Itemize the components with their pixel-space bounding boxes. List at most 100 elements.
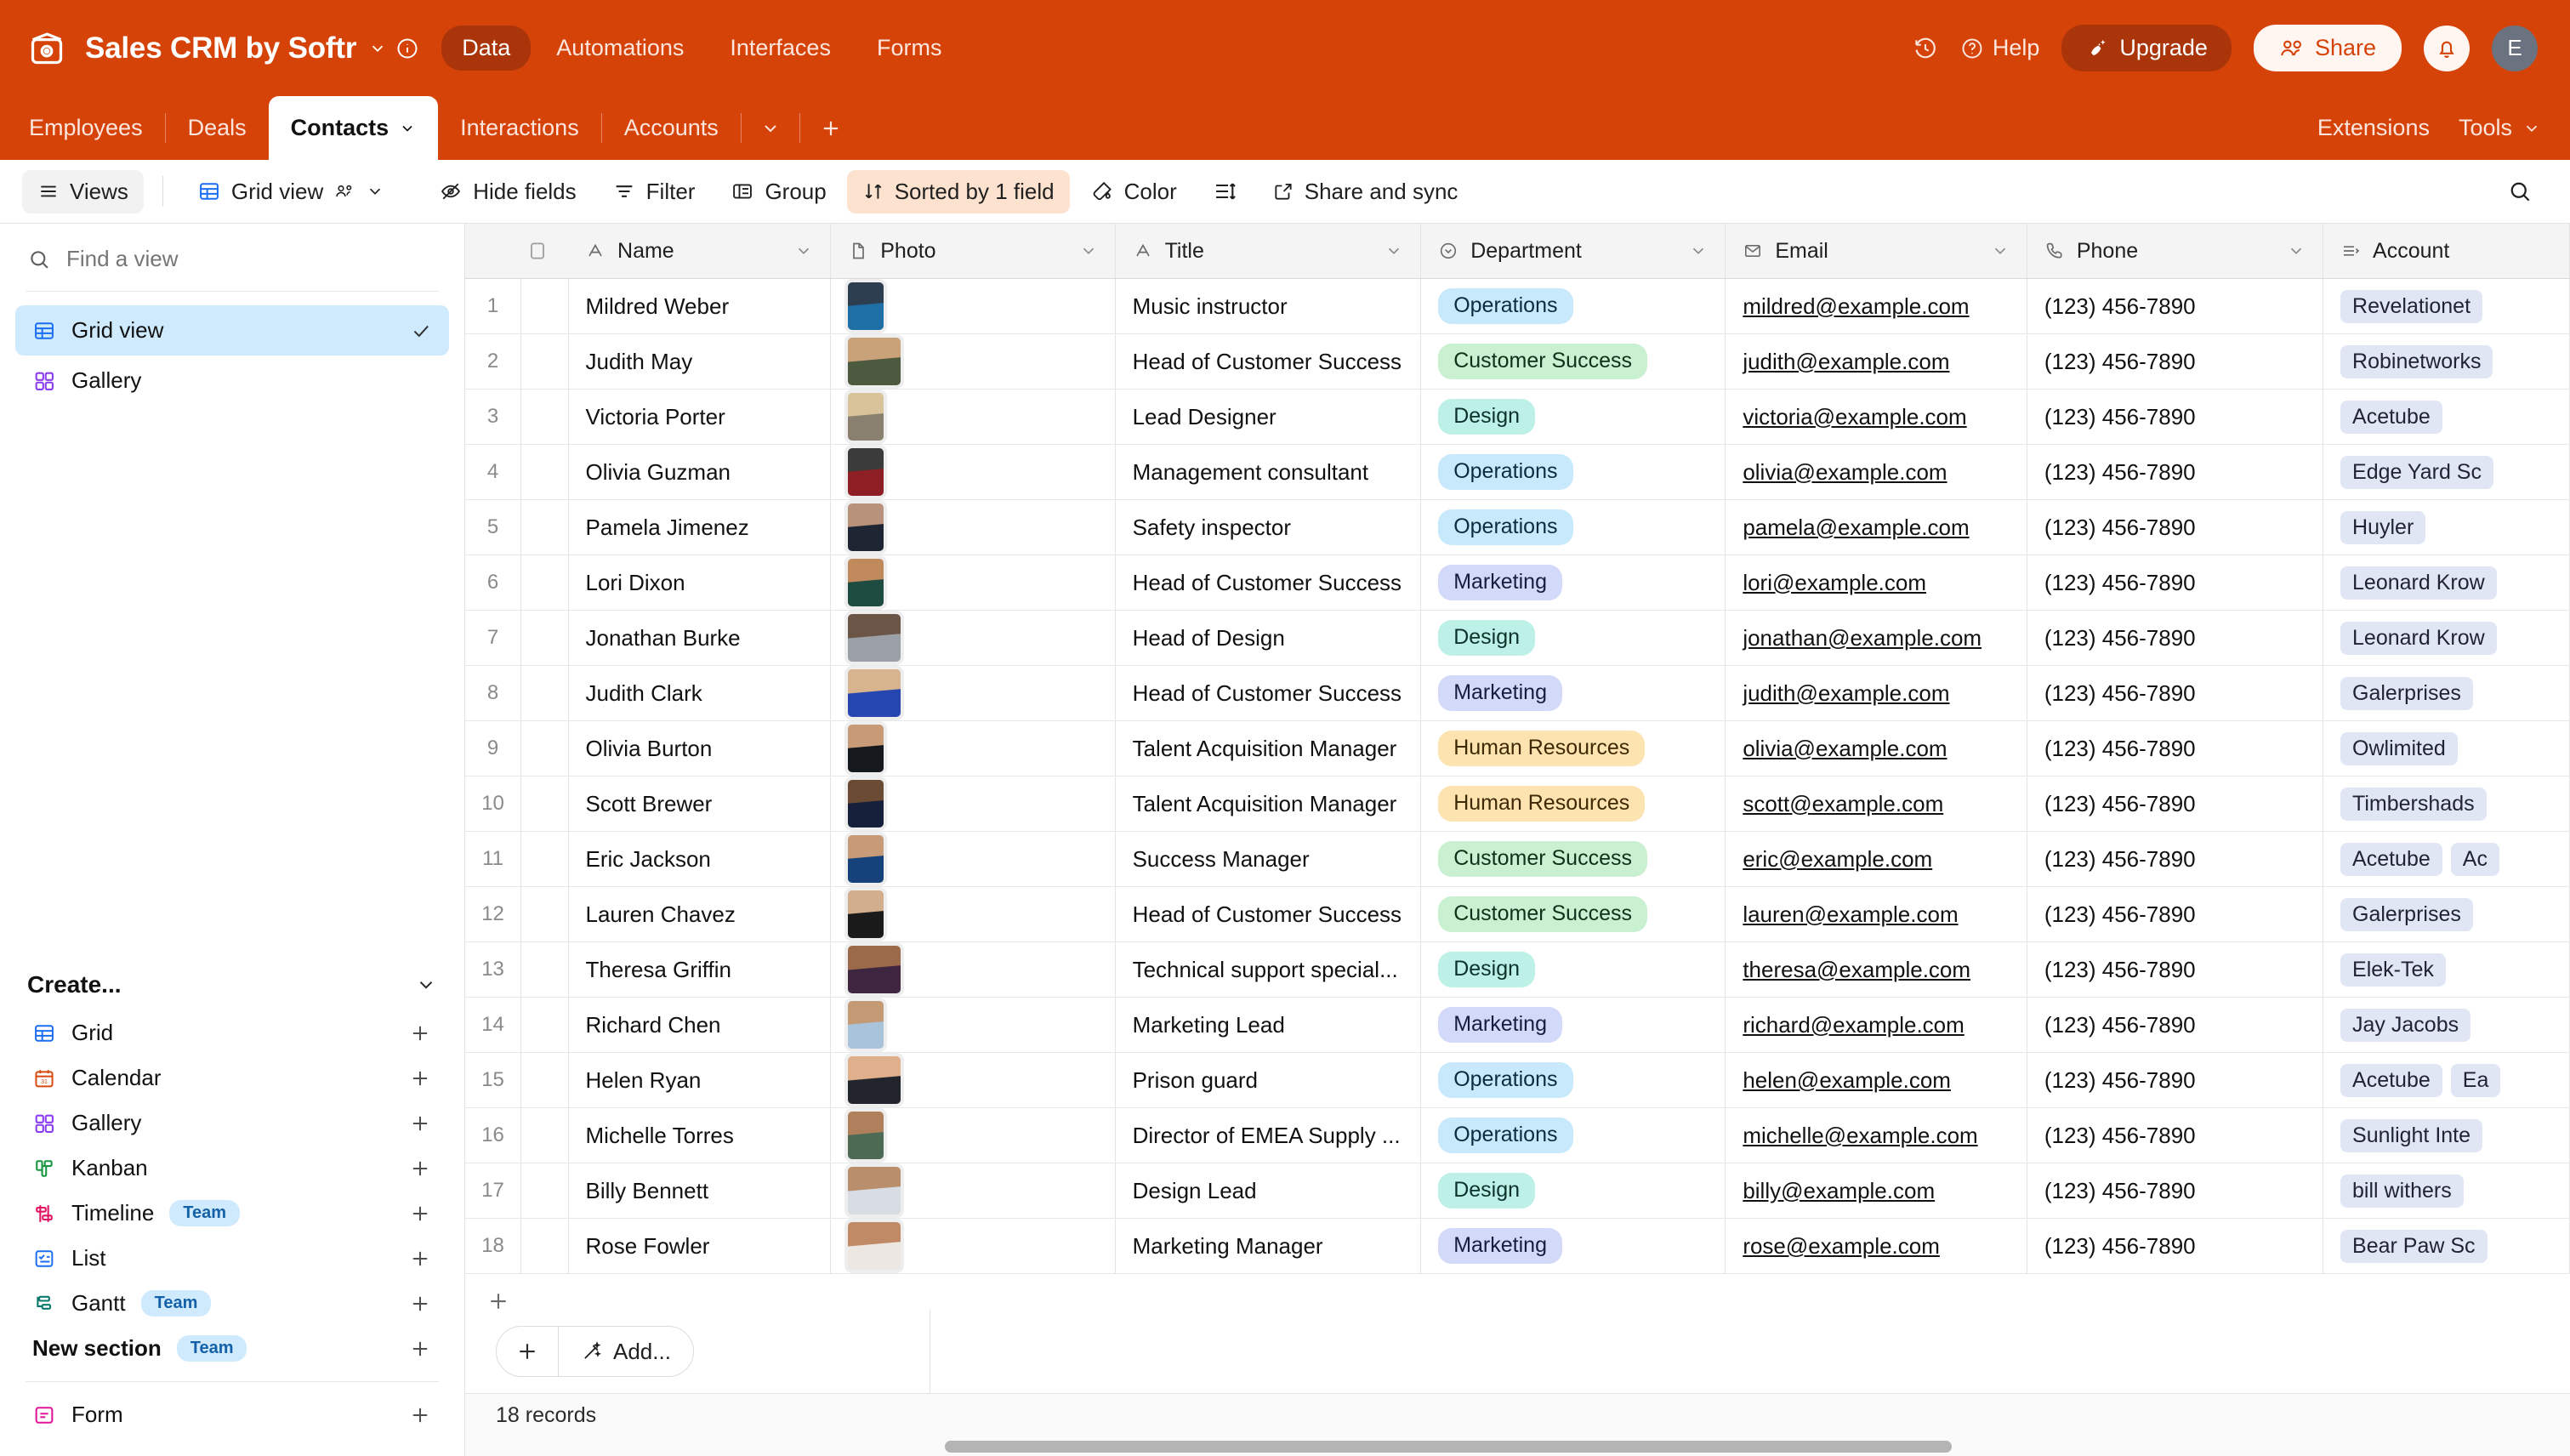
cell-email[interactable]: eric@example.com xyxy=(1726,832,2027,887)
grid-scroll-area[interactable]: Name Photo xyxy=(465,224,2570,1310)
plus-icon[interactable] xyxy=(408,1066,432,1090)
cell-department[interactable]: Marketing xyxy=(1421,666,1726,721)
chevron-down-icon[interactable] xyxy=(399,120,416,137)
sidebar-view-gallery[interactable]: Gallery xyxy=(15,355,449,406)
cell-email[interactable]: lauren@example.com xyxy=(1726,887,2027,942)
row-checkbox-cell[interactable] xyxy=(521,776,568,832)
email-link[interactable]: mildred@example.com xyxy=(1743,293,1969,320)
chevron-down-icon[interactable] xyxy=(366,182,384,201)
account-link-pill[interactable]: Acetube xyxy=(2340,1064,2442,1097)
cell-name[interactable]: Jonathan Burke xyxy=(568,611,831,666)
cell-account[interactable]: Galerprises xyxy=(2323,666,2570,721)
email-link[interactable]: helen@example.com xyxy=(1743,1067,1951,1094)
cell-phone[interactable]: (123) 456-7890 xyxy=(2027,1163,2323,1219)
cell-department[interactable]: Marketing xyxy=(1421,555,1726,611)
group-button[interactable]: Group xyxy=(715,170,841,213)
cell-email[interactable]: lori@example.com xyxy=(1726,555,2027,611)
plus-icon[interactable] xyxy=(408,1337,432,1361)
cell-title[interactable]: Head of Customer Success xyxy=(1115,666,1421,721)
table-row[interactable]: 1Mildred WeberMusic instructorOperations… xyxy=(465,279,2570,334)
cell-name[interactable]: Michelle Torres xyxy=(568,1108,831,1163)
add-new-row[interactable] xyxy=(465,1274,2570,1310)
cell-account[interactable]: Acetube xyxy=(2323,390,2570,445)
notifications-button[interactable] xyxy=(2424,26,2470,71)
cell-account[interactable]: Revelationet xyxy=(2323,279,2570,334)
account-link-pill[interactable]: Jay Jacobs xyxy=(2340,1009,2470,1042)
cell-title[interactable]: Success Manager xyxy=(1115,832,1421,887)
table-row[interactable]: 6Lori DixonHead of Customer SuccessMarke… xyxy=(465,555,2570,611)
email-link[interactable]: eric@example.com xyxy=(1743,846,1932,873)
cell-name[interactable]: Lori Dixon xyxy=(568,555,831,611)
cell-department[interactable]: Design xyxy=(1421,1163,1726,1219)
plus-icon[interactable] xyxy=(408,1112,432,1135)
hide-fields-button[interactable]: Hide fields xyxy=(424,170,591,213)
cell-name[interactable]: Helen Ryan xyxy=(568,1053,831,1108)
cell-department[interactable]: Human Resources xyxy=(1421,776,1726,832)
cell-account[interactable]: Huyler xyxy=(2323,500,2570,555)
cell-name[interactable]: Billy Bennett xyxy=(568,1163,831,1219)
row-checkbox-cell[interactable] xyxy=(521,832,568,887)
chevron-down-icon[interactable] xyxy=(368,39,387,58)
cell-title[interactable]: Music instructor xyxy=(1115,279,1421,334)
cell-name[interactable]: Judith May xyxy=(568,334,831,390)
account-link-pill[interactable]: Revelationet xyxy=(2340,290,2482,323)
plus-icon[interactable] xyxy=(408,1403,432,1427)
cell-photo[interactable] xyxy=(831,1053,1115,1108)
cell-account[interactable]: Timbershads xyxy=(2323,776,2570,832)
views-button[interactable]: Views xyxy=(22,170,144,213)
cell-account[interactable]: Robinetworks xyxy=(2323,334,2570,390)
create-new-section[interactable]: New section Team xyxy=(15,1326,449,1371)
cell-department[interactable]: Operations xyxy=(1421,279,1726,334)
column-header-account[interactable]: Account xyxy=(2323,224,2570,279)
cell-title[interactable]: Marketing Lead xyxy=(1115,998,1421,1053)
cell-title[interactable]: Head of Customer Success xyxy=(1115,555,1421,611)
cell-name[interactable]: Lauren Chavez xyxy=(568,887,831,942)
cell-department[interactable]: Operations xyxy=(1421,1053,1726,1108)
tools-button[interactable]: Tools xyxy=(2459,115,2541,141)
cell-department[interactable]: Operations xyxy=(1421,1108,1726,1163)
cell-name[interactable]: Victoria Porter xyxy=(568,390,831,445)
account-link-pill[interactable]: Owlimited xyxy=(2340,732,2458,765)
cell-email[interactable]: richard@example.com xyxy=(1726,998,2027,1053)
cell-department[interactable]: Marketing xyxy=(1421,998,1726,1053)
plus-icon[interactable] xyxy=(497,1327,558,1376)
cell-email[interactable]: olivia@example.com xyxy=(1726,445,2027,500)
account-link-pill[interactable]: Galerprises xyxy=(2340,677,2473,710)
email-link[interactable]: judith@example.com xyxy=(1743,680,1949,707)
table-row[interactable]: 17Billy BennettDesign LeadDesignbilly@ex… xyxy=(465,1163,2570,1219)
cell-email[interactable]: michelle@example.com xyxy=(1726,1108,2027,1163)
cell-email[interactable]: helen@example.com xyxy=(1726,1053,2027,1108)
cell-name[interactable]: Mildred Weber xyxy=(568,279,831,334)
column-header-email[interactable]: Email xyxy=(1726,224,2027,279)
row-checkbox-cell[interactable] xyxy=(521,279,568,334)
cell-department[interactable]: Design xyxy=(1421,611,1726,666)
row-checkbox-cell[interactable] xyxy=(521,721,568,776)
cell-photo[interactable] xyxy=(831,776,1115,832)
account-link-pill[interactable]: Leonard Krow xyxy=(2340,566,2497,600)
email-link[interactable]: theresa@example.com xyxy=(1743,957,1970,983)
cell-title[interactable]: Design Lead xyxy=(1115,1163,1421,1219)
cell-photo[interactable] xyxy=(831,445,1115,500)
table-tab-contacts[interactable]: Contacts xyxy=(269,96,439,160)
cell-title[interactable]: Lead Designer xyxy=(1115,390,1421,445)
cell-email[interactable]: victoria@example.com xyxy=(1726,390,2027,445)
account-link-pill[interactable]: Timbershads xyxy=(2340,788,2487,821)
cell-phone[interactable]: (123) 456-7890 xyxy=(2027,279,2323,334)
cell-account[interactable]: Jay Jacobs xyxy=(2323,998,2570,1053)
chevron-down-icon[interactable] xyxy=(2287,242,2306,260)
cell-title[interactable]: Prison guard xyxy=(1115,1053,1421,1108)
checkbox-icon[interactable] xyxy=(521,224,568,278)
cell-name[interactable]: Theresa Griffin xyxy=(568,942,831,998)
search-records-button[interactable] xyxy=(2492,170,2548,213)
cell-title[interactable]: Marketing Manager xyxy=(1115,1219,1421,1274)
email-link[interactable]: lauren@example.com xyxy=(1743,901,1958,928)
cell-account[interactable]: Leonard Krow xyxy=(2323,555,2570,611)
account-link-pill[interactable]: Acetube xyxy=(2340,401,2442,434)
table-row[interactable]: 2Judith MayHead of Customer SuccessCusto… xyxy=(465,334,2570,390)
create-kanban-view[interactable]: Kanban xyxy=(15,1146,449,1191)
info-circle-icon[interactable] xyxy=(395,37,419,60)
cell-email[interactable]: jonathan@example.com xyxy=(1726,611,2027,666)
email-link[interactable]: olivia@example.com xyxy=(1743,459,1947,486)
cell-phone[interactable]: (123) 456-7890 xyxy=(2027,776,2323,832)
cell-title[interactable]: Safety inspector xyxy=(1115,500,1421,555)
